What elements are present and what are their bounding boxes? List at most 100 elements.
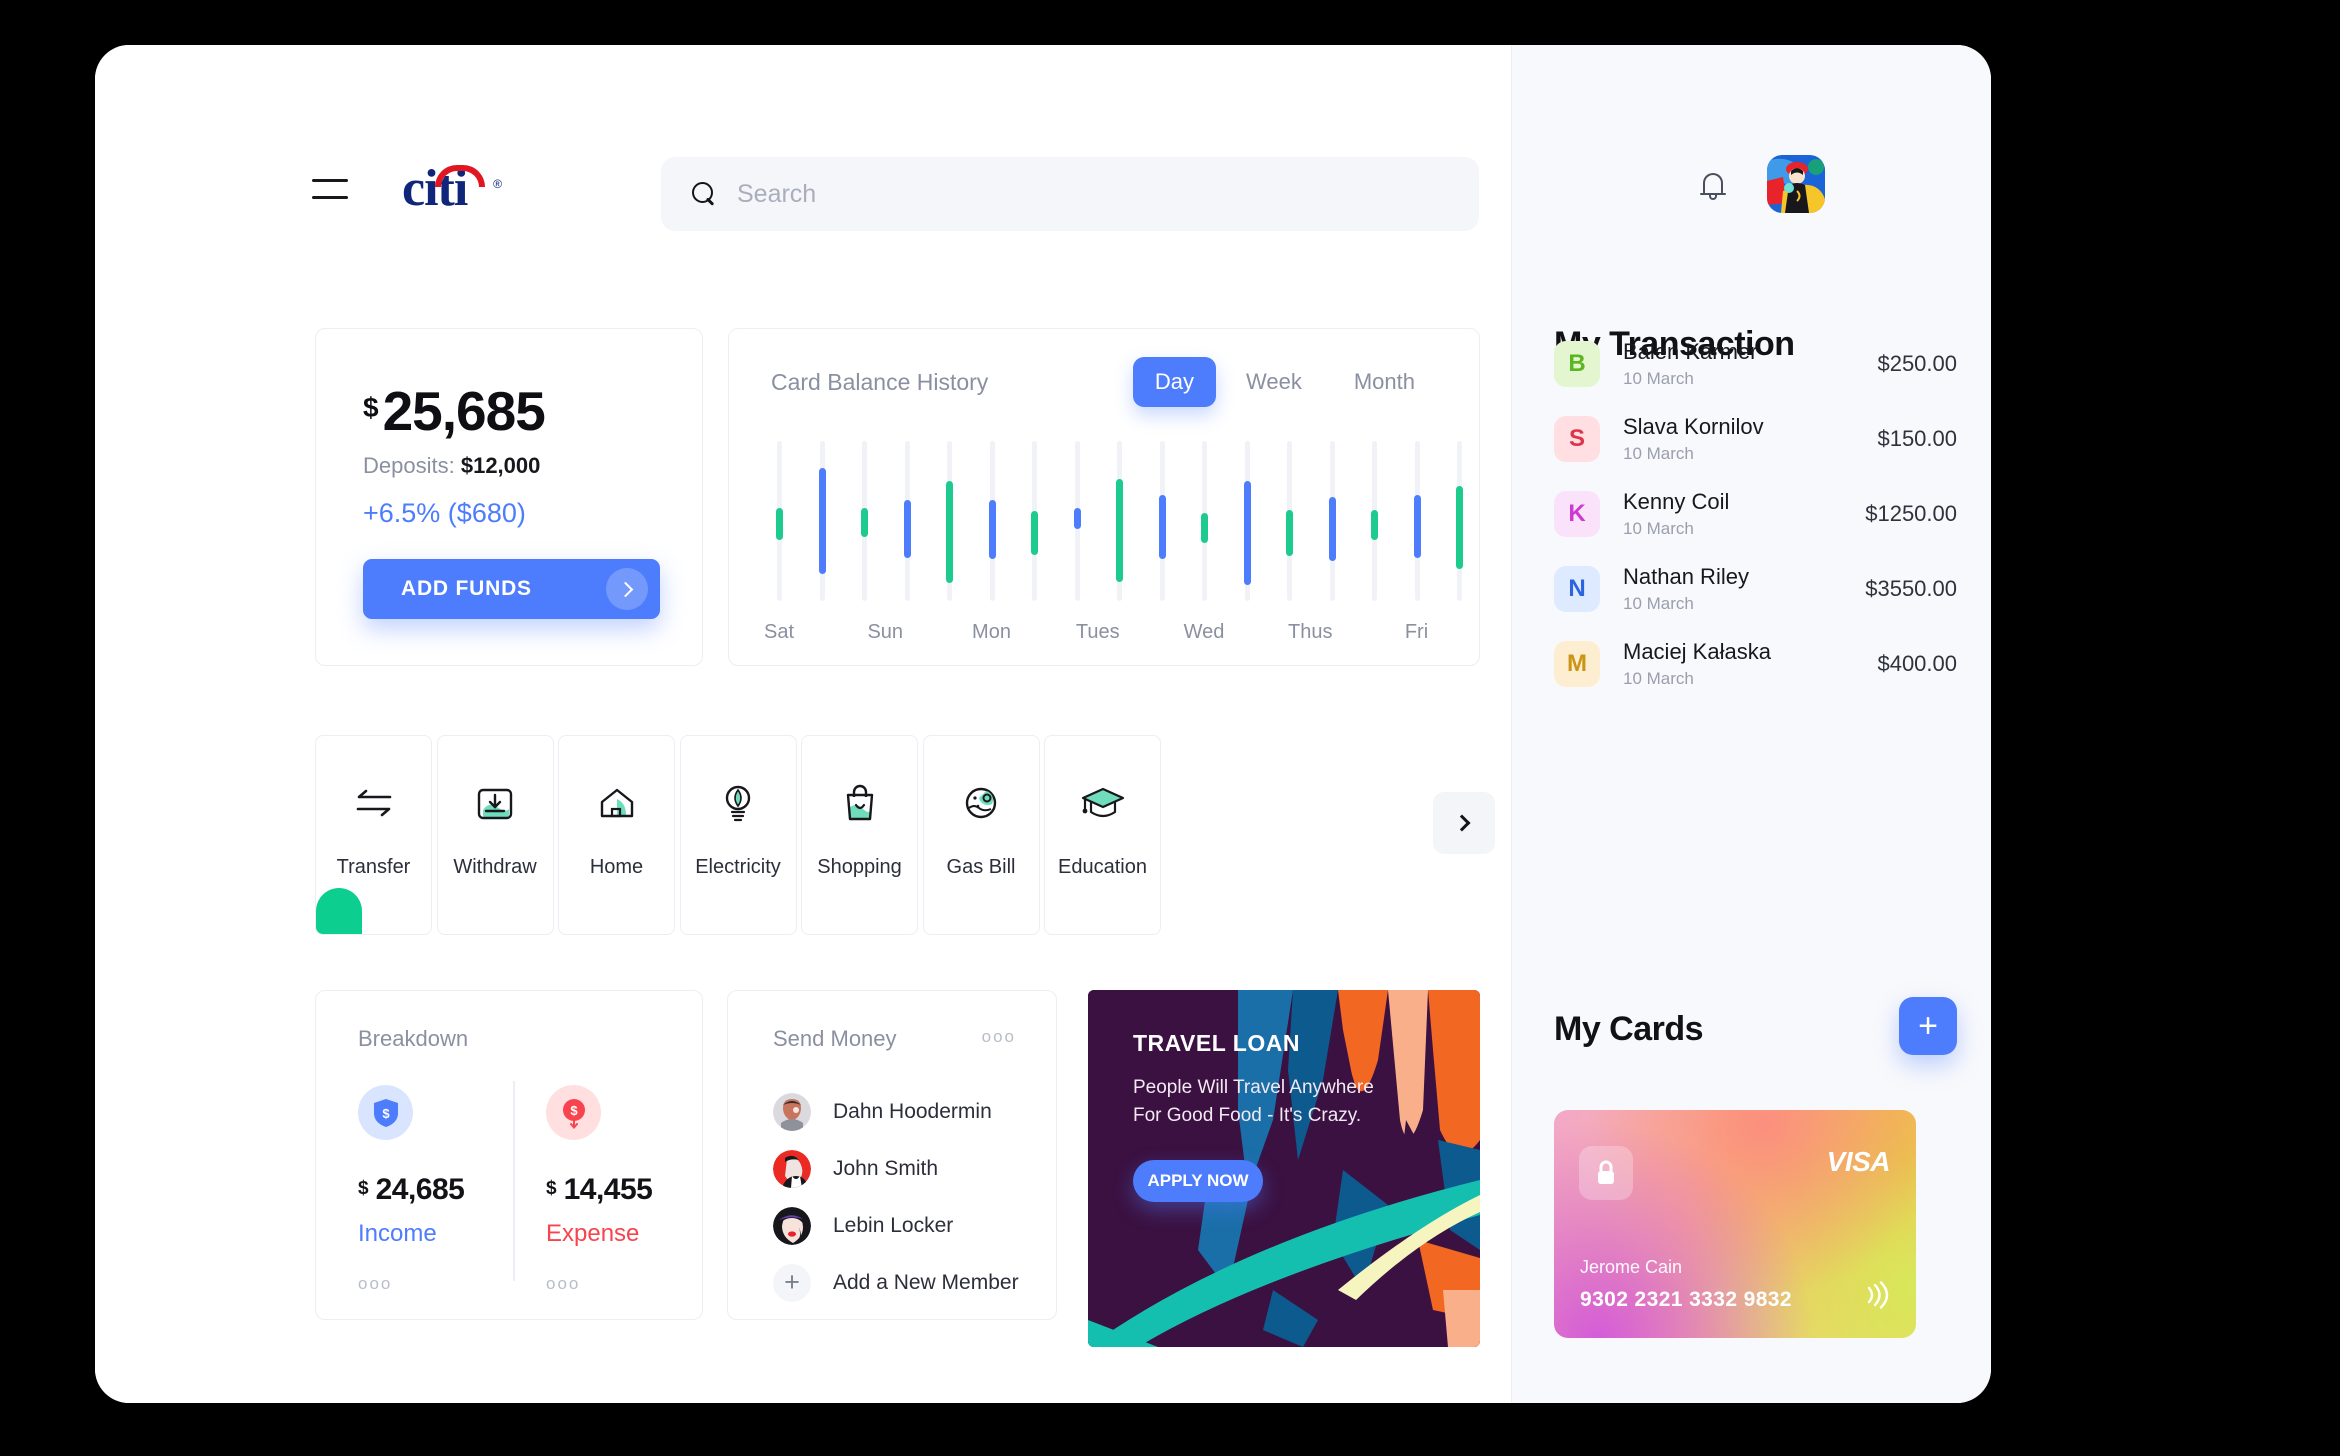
quick-action-transfer[interactable]: Transfer <box>315 735 432 935</box>
range-week[interactable]: Week <box>1224 357 1324 407</box>
travel-loan-promo[interactable]: TRAVEL LOAN People Will Travel Anywhere F… <box>1088 990 1480 1347</box>
range-toggle: Day Week Month <box>1132 357 1437 407</box>
transaction-avatar: B <box>1554 340 1600 387</box>
transaction-amount: $3550.00 <box>1865 575 1957 601</box>
chart-x-label: Sun <box>867 621 904 643</box>
add-funds-arrow-icon <box>606 568 648 610</box>
chart-bar[interactable] <box>861 508 868 537</box>
income-more-icon[interactable]: ooo <box>358 1274 518 1294</box>
chart-bar[interactable] <box>1031 511 1038 555</box>
send-money-member[interactable]: Lebin Locker <box>773 1197 1036 1254</box>
chart-bar[interactable] <box>946 481 953 584</box>
notification-bell-icon[interactable] <box>1700 171 1726 201</box>
chart-bar[interactable] <box>1371 509 1378 541</box>
search-bar[interactable] <box>661 157 1479 231</box>
balance-bar-chart <box>769 441 1463 601</box>
transaction-date: 10 March <box>1623 668 1694 688</box>
contactless-icon <box>1860 1280 1890 1310</box>
send-money-title: Send Money <box>773 1026 897 1051</box>
transaction-row[interactable]: N Nathan Riley 10 March $3550.00 <box>1554 551 1957 626</box>
chart-bar[interactable] <box>1243 481 1251 585</box>
range-day[interactable]: Day <box>1132 357 1216 407</box>
chart-bar[interactable] <box>1116 479 1123 582</box>
quick-action-gas-bill[interactable]: Gas Bill <box>922 735 1040 935</box>
expense-more-icon[interactable]: ooo <box>546 1274 706 1294</box>
quick-action-shopping[interactable]: Shopping <box>801 735 918 935</box>
send-money-more-icon[interactable]: ooo <box>982 1027 1016 1047</box>
transaction-avatar: M <box>1554 640 1600 687</box>
transaction-row[interactable]: S Slava Kornilov 10 March $150.00 <box>1554 401 1957 476</box>
expense-label: Expense <box>546 1220 640 1247</box>
send-money-member[interactable]: John Smith <box>773 1140 1036 1197</box>
balance-currency: $ <box>363 392 379 423</box>
search-input[interactable] <box>737 179 1449 209</box>
graduation-cap-icon <box>1045 780 1160 826</box>
transaction-amount: $250.00 <box>1877 350 1957 376</box>
transfer-arrows-icon <box>316 780 431 826</box>
transaction-date: 10 March <box>1623 593 1694 613</box>
hamburger-icon[interactable] <box>312 179 348 199</box>
balance-card: $ 25,685 Deposits: $12,000 +6.5% ($680) … <box>315 328 703 666</box>
add-member-label: Add a New Member <box>833 1270 1019 1294</box>
quick-action-label: Electricity <box>695 856 781 878</box>
quick-actions-row: Transfer Withdraw Home Electricity Shopping G… <box>315 735 1495 935</box>
apply-now-button[interactable]: APPLY NOW <box>1133 1160 1263 1202</box>
transaction-avatar: N <box>1554 565 1600 612</box>
shopping-bag-icon <box>802 780 917 826</box>
withdraw-download-icon <box>438 780 553 826</box>
chart-bar[interactable] <box>776 508 783 541</box>
transaction-amount: $150.00 <box>1877 425 1957 451</box>
home-icon <box>559 780 674 826</box>
quick-action-electricity[interactable]: Electricity <box>679 735 797 935</box>
income-currency: $ <box>358 1178 369 1199</box>
member-name: John Smith <box>833 1156 939 1180</box>
promo-subtitle: People Will Travel Anywhere For Good Food… <box>1133 1077 1374 1126</box>
quick-action-label: Home <box>589 856 644 878</box>
range-month[interactable]: Month <box>1332 357 1437 407</box>
transaction-avatar: K <box>1554 490 1600 537</box>
chart-bar[interactable] <box>988 500 996 560</box>
transaction-row[interactable]: K Kenny Coil 10 March $1250.00 <box>1554 476 1957 551</box>
balance-amount: $ 25,685 <box>363 384 546 439</box>
svg-text:$: $ <box>570 1103 578 1118</box>
quick-action-education[interactable]: Education <box>1044 735 1161 935</box>
chart-bar[interactable] <box>1413 495 1421 558</box>
transaction-row[interactable]: B Balen Karmer 10 March $250.00 <box>1554 326 1957 401</box>
user-avatar[interactable] <box>1767 155 1825 213</box>
chart-bar[interactable] <box>818 468 826 574</box>
promo-title: TRAVEL LOAN <box>1133 1030 1300 1056</box>
chart-bar[interactable] <box>1286 509 1293 557</box>
quick-action-label: Education <box>1058 856 1147 878</box>
transaction-list: B Balen Karmer 10 March $250.00 S Slava Korni… <box>1554 326 1957 701</box>
quick-action-withdraw[interactable]: Withdraw <box>436 735 554 935</box>
send-money-member[interactable]: Dahn Hoodermin <box>773 1083 1036 1140</box>
transaction-avatar: S <box>1554 415 1600 462</box>
chart-bar[interactable] <box>1328 497 1336 561</box>
quick-action-home[interactable]: Home <box>558 735 675 935</box>
chart-bar[interactable] <box>1158 495 1166 560</box>
add-funds-button[interactable]: ADD FUNDS <box>363 559 660 619</box>
transaction-amount: $1250.00 <box>1865 500 1957 526</box>
quick-action-label: Transfer <box>336 856 411 878</box>
chart-bar[interactable] <box>903 500 911 558</box>
add-card-button[interactable]: + <box>1899 997 1957 1055</box>
citi-logo[interactable]: citi ® <box>402 163 502 219</box>
chart-x-label: Wed <box>1183 621 1225 643</box>
quick-actions-next-button[interactable] <box>1433 792 1495 854</box>
transaction-date: 10 March <box>1623 368 1694 388</box>
svg-text:$: $ <box>382 1106 390 1121</box>
transaction-info: Slava Kornilov 10 March <box>1623 414 1877 464</box>
credit-card[interactable]: VISA Jerome Cain 9302 2321 3332 9832 <box>1554 1110 1916 1338</box>
send-money-card: Send Money ooo Dahn Hoodermin John Smith L… <box>727 990 1057 1320</box>
transaction-info: Nathan Riley 10 March <box>1623 564 1865 614</box>
main-content: citi ® $ 25,685 Deposits: $12,000 +6.5% … <box>95 45 1511 1403</box>
visa-logo: VISA <box>1826 1146 1891 1177</box>
chart-bar[interactable] <box>1456 485 1463 569</box>
right-panel: My Transaction B Balen Karmer 10 March $250… <box>1511 45 1991 1403</box>
chart-bar[interactable] <box>1201 513 1208 544</box>
chart-bar[interactable] <box>1073 508 1081 529</box>
add-new-member-button[interactable]: + Add a New Member <box>773 1254 1036 1311</box>
income-label: Income <box>358 1220 437 1247</box>
transaction-row[interactable]: M Maciej Kałaska 10 March $400.00 <box>1554 626 1957 701</box>
shield-dollar-icon: $ <box>358 1085 413 1140</box>
